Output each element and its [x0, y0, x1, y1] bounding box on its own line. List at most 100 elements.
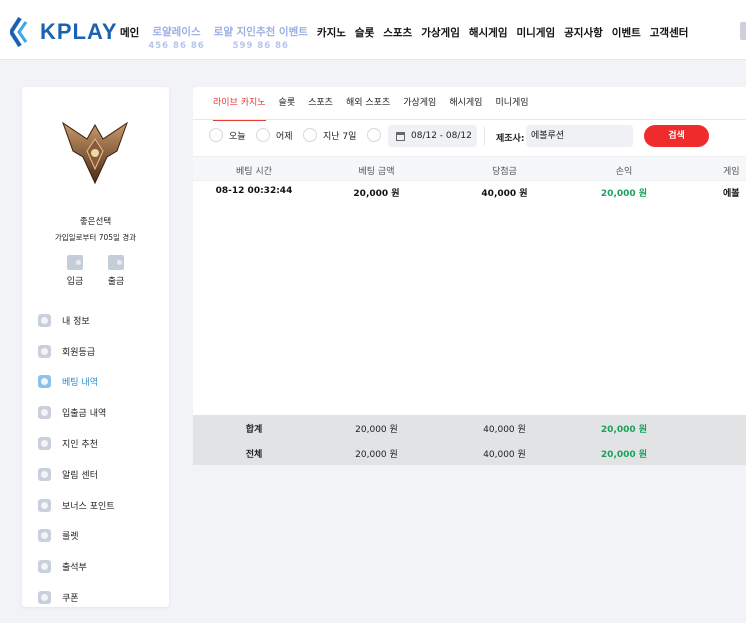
table-header: 베팅 시간 베팅 금액 당첨금 손익 게임: [193, 156, 746, 181]
summary-profit: 20,000 원: [600, 450, 648, 460]
date-range-picker[interactable]: 08/12 - 08/12: [388, 125, 477, 147]
username: 좋은선택: [79, 217, 112, 227]
tab-overseas-sports[interactable]: 해외 스포츠: [346, 97, 390, 119]
sidebar-item-label: 입출금 내역: [62, 409, 107, 420]
nav-sports[interactable]: 스포츠: [383, 0, 412, 40]
filter-yesterday-radio[interactable]: 어제: [256, 128, 293, 142]
withdraw-button[interactable]: 출금: [103, 255, 129, 287]
logo-text: KPLAY: [40, 19, 118, 44]
nav-royal-referral-event[interactable]: 로얄 지인추천 이벤트 599 86 86: [214, 0, 308, 53]
radio-circle: [367, 128, 381, 142]
sidebar-item-member-grade[interactable]: 회원등급: [38, 336, 163, 367]
maker-select[interactable]: 에볼루션: [526, 125, 633, 147]
search-button[interactable]: 검색: [644, 125, 709, 147]
nav-royal-referral-number: 599 86 86: [232, 41, 289, 51]
deposit-label: 입금: [66, 277, 84, 287]
sidebar-item-label: 베팅 내역: [62, 378, 98, 389]
maker-label: 제조사:: [496, 134, 525, 144]
sidebar-item-notifications[interactable]: 알림 센터: [38, 459, 163, 490]
tabs-divider: [193, 119, 746, 120]
col-profit: 손익: [615, 167, 633, 177]
sidebar-item-my-info[interactable]: 내 정보: [38, 305, 163, 336]
tab-mini-game[interactable]: 미니게임: [495, 97, 528, 119]
sidebar-item-label: 출석부: [62, 563, 87, 574]
nav-mini-game[interactable]: 미니게임: [517, 0, 556, 40]
filter-last7-label: 지난 7일: [323, 131, 357, 142]
message-icon: [38, 467, 51, 481]
summary-row-total: 전체 20,000 원 40,000 원 20,000 원: [193, 440, 746, 465]
sidebar-item-roulette[interactable]: 룰렛: [38, 521, 163, 552]
tab-sports[interactable]: 스포츠: [308, 97, 333, 119]
deposit-button[interactable]: 입금: [62, 255, 88, 287]
row-game: 에볼: [723, 189, 740, 199]
date-range-value: 08/12 - 08/12: [411, 131, 472, 141]
col-winnings: 당첨금: [492, 167, 517, 177]
top-navigation-bar: KPLAY 메인 로얄레이스 456 86 86 로얄 지인추천 이벤트 599…: [0, 0, 746, 60]
sidebar-item-label: 내 정보: [62, 316, 90, 327]
grade-icon: [38, 344, 51, 358]
sidebar-item-label: 지인 추천: [62, 440, 98, 451]
rank-emblem-icon: [55, 117, 135, 187]
nav-slot[interactable]: 슬롯: [355, 0, 374, 40]
nav-customer-center[interactable]: 고객센터: [650, 0, 689, 40]
withdraw-icon: [108, 255, 124, 270]
sidebar-item-bet-history[interactable]: 베팅 내역: [38, 367, 163, 398]
row-winnings: 40,000 원: [481, 189, 528, 199]
sidebar-item-label: 룰렛: [62, 532, 79, 543]
nav-event[interactable]: 이벤트: [612, 0, 641, 40]
summary-label: 합계: [245, 425, 263, 435]
sidebar-item-label: 보너스 포인트: [62, 501, 115, 512]
attendance-icon: [38, 560, 51, 574]
row-bet-amount: 20,000 원: [353, 189, 400, 199]
summary-win: 40,000 원: [483, 450, 526, 460]
sidebar-item-label: 알림 센터: [62, 470, 98, 481]
tab-slot[interactable]: 슬롯: [279, 97, 296, 119]
col-game: 게임: [723, 167, 740, 177]
sidebar-item-attendance[interactable]: 출석부: [38, 551, 163, 582]
coupon-icon: [38, 591, 51, 605]
filter-divider: [484, 127, 485, 145]
table-summary: 합계 20,000 원 40,000 원 20,000 원 전체 20,000 …: [193, 415, 746, 465]
logo-chevron-icon: [10, 17, 28, 47]
summary-bet: 20,000 원: [355, 450, 398, 460]
tab-live-casino[interactable]: 라이브 카지노: [213, 97, 266, 121]
deposit-icon: [67, 255, 83, 270]
summary-row-subtotal: 합계 20,000 원 40,000 원 20,000 원: [193, 415, 746, 440]
bet-history-icon: [38, 375, 51, 389]
user-icon: [38, 313, 51, 327]
main-nav: 메인 로얄레이스 456 86 86 로얄 지인추천 이벤트 599 86 86…: [120, 0, 697, 60]
nav-virtual-game[interactable]: 가상게임: [421, 0, 460, 40]
nav-royal-race-number: 456 86 86: [148, 41, 205, 51]
summary-profit: 20,000 원: [600, 425, 648, 435]
tab-virtual-game[interactable]: 가상게임: [403, 97, 436, 119]
kplay-logo[interactable]: KPLAY: [10, 16, 118, 48]
nav-royal-race[interactable]: 로얄레이스 456 86 86: [148, 0, 204, 53]
filter-today-label: 오늘: [229, 131, 246, 142]
sidebar-item-referral[interactable]: 지인 추천: [38, 428, 163, 459]
nav-overflow-icon[interactable]: [740, 22, 746, 40]
nav-hash-game[interactable]: 해시게임: [469, 0, 508, 40]
table-row[interactable]: 08-12 00:32:44 20,000 원 40,000 원 20,000 …: [193, 182, 746, 204]
tab-hash-game[interactable]: 해시게임: [449, 97, 482, 119]
radio-circle: [209, 128, 223, 142]
sidebar-item-coupon[interactable]: 쿠폰: [38, 582, 163, 613]
summary-label: 전체: [245, 450, 263, 460]
nav-notice[interactable]: 공지사항: [564, 0, 603, 40]
game-tabs: 라이브 카지노 슬롯 스포츠 해외 스포츠 가상게임 해시게임 미니게임: [213, 97, 542, 121]
sidebar-item-transactions[interactable]: 입출금 내역: [38, 397, 163, 428]
row-profit: 20,000 원: [600, 189, 648, 199]
radio-circle: [256, 128, 270, 142]
nav-casino[interactable]: 카지노: [317, 0, 346, 40]
nav-main[interactable]: 메인: [120, 0, 139, 40]
filter-today-radio[interactable]: 오늘: [209, 128, 246, 142]
bonus-icon: [38, 498, 51, 512]
summary-bet: 20,000 원: [355, 425, 398, 435]
nav-royal-referral-label: 로얄 지인추천 이벤트: [213, 26, 308, 38]
member-since: 가입일로부터 705일 경과: [54, 233, 137, 242]
filter-custom-radio[interactable]: [367, 128, 387, 142]
calendar-icon: [396, 131, 405, 141]
filter-last7-radio[interactable]: 지난 7일: [303, 128, 356, 142]
sidebar-item-bonus-point[interactable]: 보너스 포인트: [38, 490, 163, 521]
wallet-icon: [38, 406, 51, 420]
col-bet-amount: 베팅 금액: [358, 167, 395, 177]
